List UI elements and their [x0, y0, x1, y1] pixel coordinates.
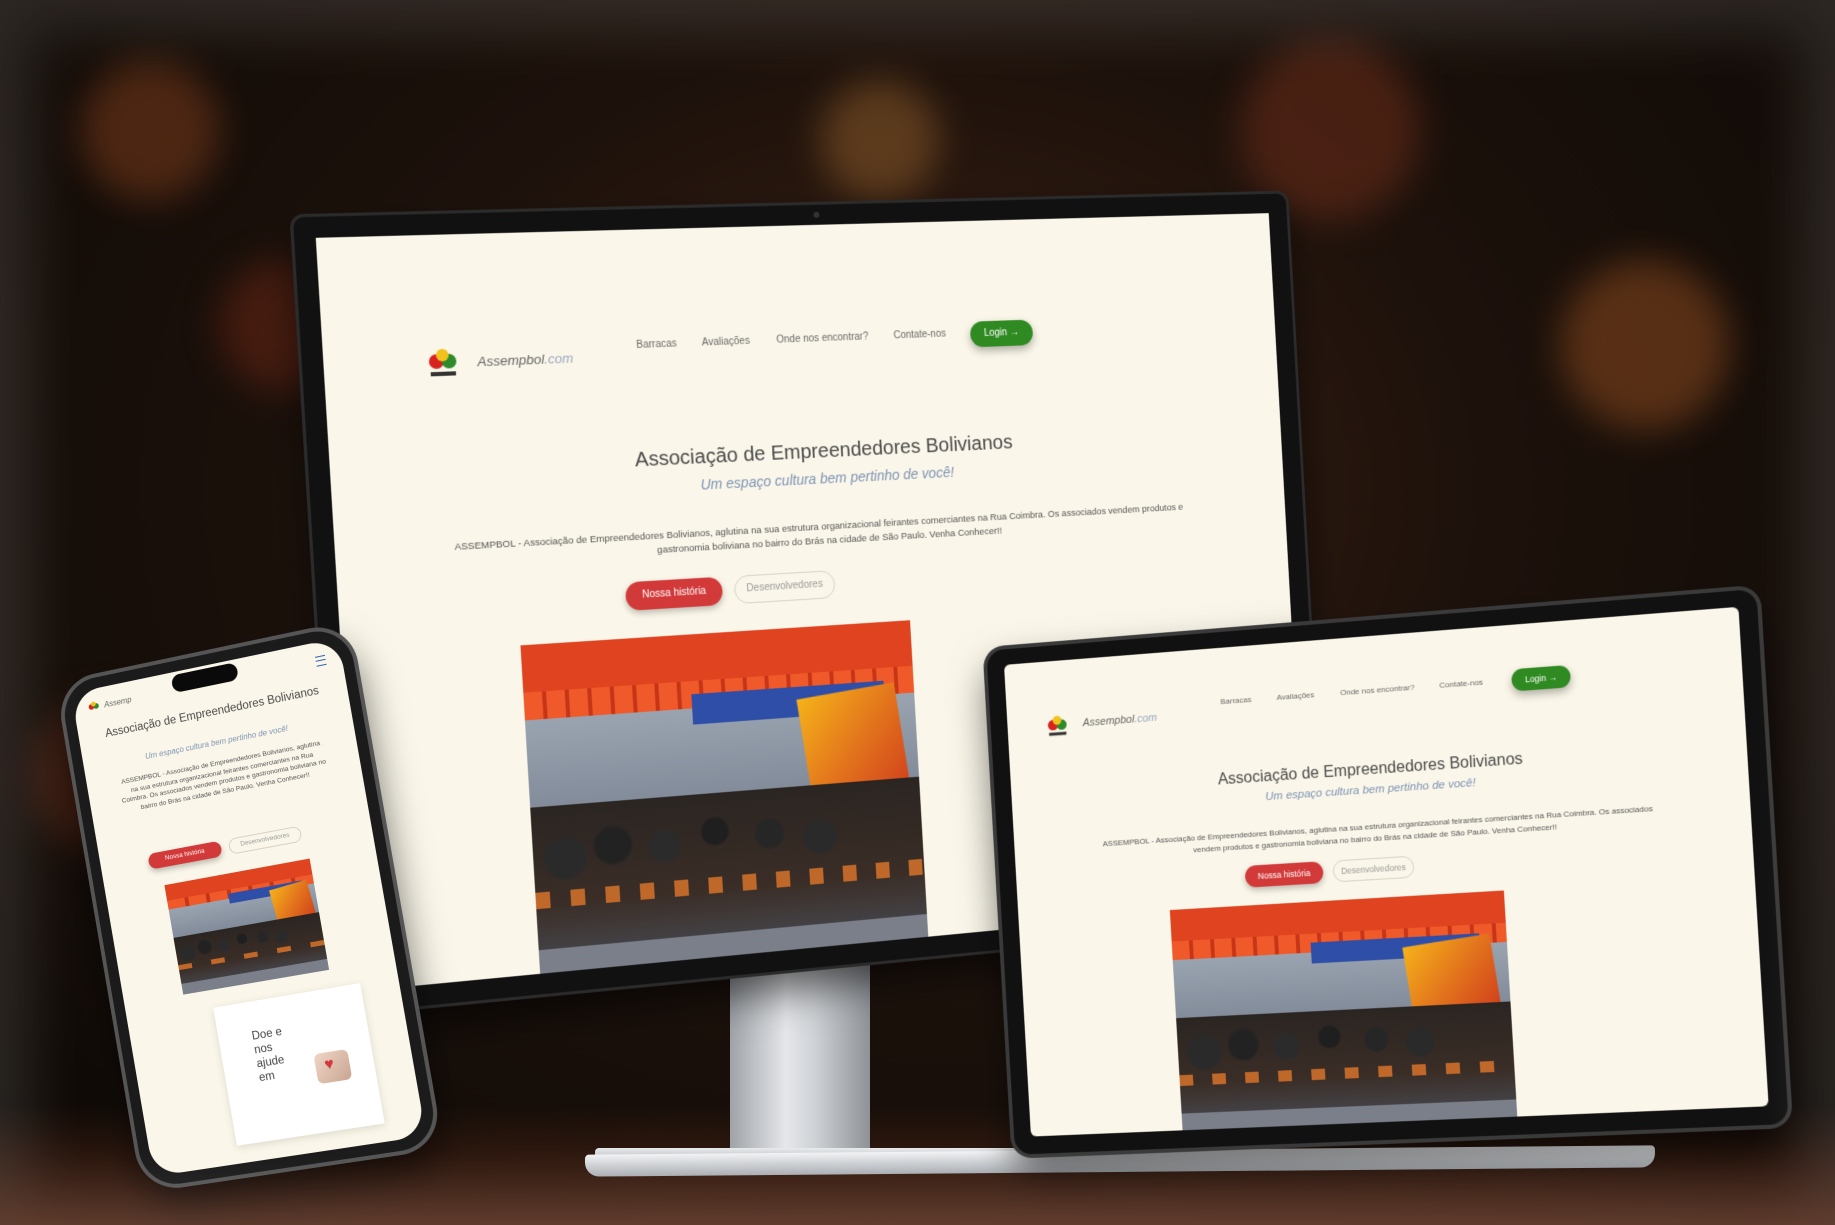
brand-name[interactable]: Assemp — [103, 695, 132, 709]
hamburger-menu-icon[interactable] — [315, 655, 327, 667]
donation-heart-image: ♥ — [313, 1049, 352, 1084]
desenvolvedores-button[interactable]: Desenvolvedores — [734, 570, 836, 604]
heart-icon: ♥ — [323, 1055, 336, 1074]
nav-onde-nos-encontrar[interactable]: Onde nos encontrar? — [1340, 683, 1415, 698]
group-photo-image — [520, 620, 928, 984]
nav-barracas[interactable]: Barracas — [1220, 695, 1251, 706]
nav-contate-nos[interactable]: Contate-nos — [893, 329, 946, 342]
desenvolvedores-button[interactable]: Desenvolvedores — [1332, 856, 1414, 883]
nav-onde-nos-encontrar[interactable]: Onde nos encontrar? — [776, 331, 869, 345]
hero-description: ASSEMPBOL - Associação de Empreendedores… — [117, 738, 330, 816]
camera-icon — [813, 212, 819, 218]
nav-contate-nos[interactable]: Contate-nos — [1439, 678, 1483, 690]
assempbol-logo-icon[interactable] — [86, 700, 101, 716]
nossa-historia-button[interactable]: Nossa história — [625, 577, 723, 611]
nav-avaliacoes[interactable]: Avaliações — [1276, 690, 1314, 702]
website-laptop: Assempbol.com Barracas Avaliações Onde n… — [1004, 607, 1769, 1137]
donation-card[interactable]: Doe e nos ajude em ♥ — [213, 983, 385, 1146]
nossa-historia-button[interactable]: Nossa história — [1245, 861, 1324, 888]
brand-name[interactable]: Assempbol.com — [477, 350, 574, 369]
page-title: Associação de Empreendedores Bolivianos — [91, 682, 334, 744]
hero-description: ASSEMPBOL - Associação de Empreendedores… — [441, 500, 1196, 570]
desenvolvedores-button[interactable]: Desenvolvedores — [228, 826, 303, 855]
login-button[interactable]: Login → — [1511, 665, 1571, 692]
group-photo-image — [1170, 890, 1518, 1136]
donation-text: Doe e nos ajude em — [251, 1023, 304, 1085]
assempbol-logo-icon[interactable] — [424, 346, 462, 383]
brand-name[interactable]: Assempbol.com — [1082, 712, 1157, 729]
laptop-mockup: Assempbol.com Barracas Avaliações Onde n… — [986, 589, 1788, 1155]
monitor-stand — [730, 950, 870, 1160]
assempbol-logo-icon[interactable] — [1044, 714, 1070, 741]
nav-barracas[interactable]: Barracas — [636, 338, 677, 351]
login-button[interactable]: Login → — [970, 319, 1034, 347]
nossa-historia-button[interactable]: Nossa história — [147, 841, 222, 870]
nav-avaliacoes[interactable]: Avaliações — [702, 336, 751, 349]
group-photo-image — [164, 859, 329, 995]
hero-description: ASSEMPBOL - Associação de Empreendedores… — [1099, 803, 1658, 862]
